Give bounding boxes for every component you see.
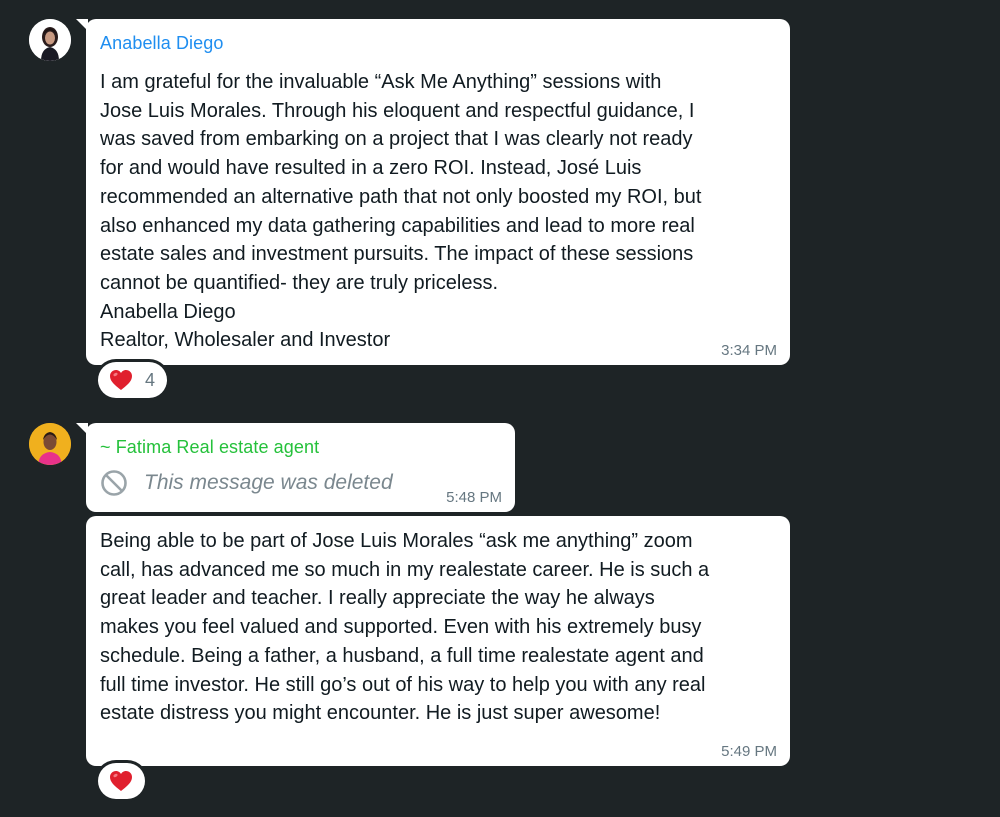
reaction-badge[interactable]: 4: [98, 362, 168, 398]
message-timestamp: 5:48 PM: [446, 489, 502, 506]
avatar[interactable]: [29, 19, 71, 61]
message-bubble-deleted[interactable]: ~ Fatima Real estate agent This message …: [76, 423, 515, 512]
message-bubble[interactable]: Being able to be part of Jose Luis Moral…: [86, 516, 790, 766]
avatar-anabella-image: [29, 19, 71, 61]
deleted-message-row: This message was deleted: [100, 469, 393, 497]
message-text: Being able to be part of Jose Luis Moral…: [100, 530, 710, 725]
deleted-message-text: This message was deleted: [144, 471, 393, 494]
message-timestamp: 3:34 PM: [721, 342, 777, 359]
sender-name[interactable]: ~ Fatima Real estate agent: [100, 437, 319, 458]
reaction-badge[interactable]: [98, 763, 145, 799]
message-text: I am grateful for the invaluable “Ask Me…: [100, 71, 702, 352]
reaction-count: 4: [145, 369, 156, 390]
chat-window: Anabella Diego I am grateful for the inv…: [0, 0, 1000, 817]
message-timestamp: 5:49 PM: [721, 743, 777, 760]
heart-icon: [110, 771, 132, 791]
sender-name[interactable]: Anabella Diego: [100, 33, 224, 54]
blocked-icon: [101, 470, 127, 496]
heart-icon: [110, 370, 132, 390]
avatar-fatima-image: [29, 423, 71, 465]
message-bubble[interactable]: Anabella Diego I am grateful for the inv…: [76, 19, 790, 365]
avatar[interactable]: [29, 423, 71, 465]
